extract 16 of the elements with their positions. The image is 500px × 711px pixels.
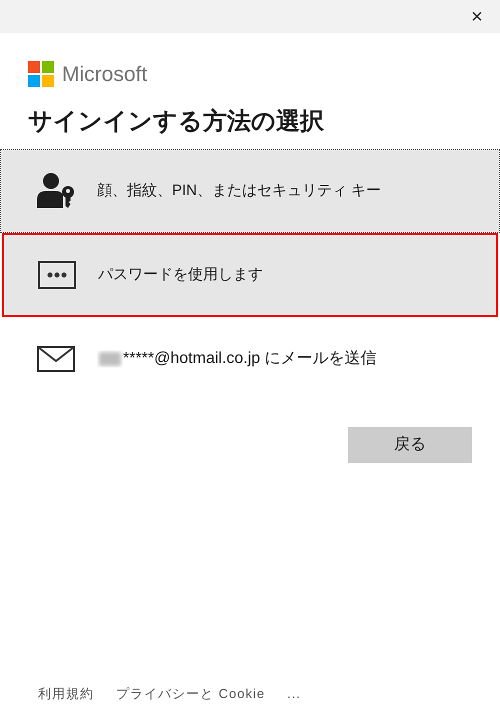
page-title: サインインする方法の選択 [27,107,325,137]
option-label: 顔、指紋、PIN、またはセキュリティ キー [97,180,382,201]
brand-name: Microsoft [62,64,148,84]
footer-link[interactable]: 利用規約 [38,684,94,703]
option-label: パスワードを使用します [98,264,263,285]
password-icon [38,261,76,289]
back-button[interactable]: 戻る [348,427,472,463]
close-button[interactable]: × [454,0,500,33]
envelope-icon [37,346,75,372]
footer-link[interactable]: ... [287,684,301,703]
sign-in-option[interactable]: パスワードを使用します [2,233,498,317]
person-key-icon [37,172,75,210]
footer-link[interactable]: プライバシーと Cookie [116,684,266,703]
logo-icon [28,61,54,87]
option-label: *****@hotmail.co.jp にメールを送信 [123,349,377,369]
sign-in-option[interactable]: 顔、指紋、PIN、またはセキュリティ キー [0,149,500,233]
